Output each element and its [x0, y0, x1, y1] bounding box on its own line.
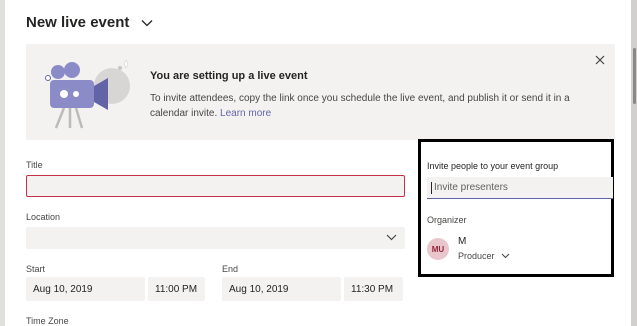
banner-heading: You are setting up a live event	[150, 70, 308, 82]
chevron-down-icon	[386, 234, 397, 241]
location-label: Location	[26, 212, 61, 222]
invite-placeholder: Invite presenters	[434, 182, 508, 193]
dialog-header: New live event	[26, 14, 153, 31]
start-time-picker[interactable]: 11:00 PM	[148, 277, 205, 301]
info-banner: You are setting up a live event To invit…	[26, 44, 615, 140]
organizer-role-dropdown[interactable]: Producer	[458, 251, 510, 261]
end-date-picker[interactable]: Aug 10, 2019	[222, 277, 341, 301]
invite-label: Invite people to your event group	[427, 161, 559, 171]
invite-presenters-input[interactable]: Invite presenters	[427, 177, 613, 199]
end-time-picker[interactable]: 11:30 PM	[344, 277, 403, 301]
banner-body-text: To invite attendees, copy the link once …	[150, 93, 570, 119]
dialog-title: New live event	[26, 14, 130, 31]
start-label: Start	[26, 264, 46, 274]
learn-more-link[interactable]: Learn more	[220, 108, 271, 119]
organizer-label: Organizer	[427, 215, 467, 225]
scrollbar-thumb[interactable]	[633, 48, 636, 104]
timezone-label: Time Zone	[26, 316, 69, 326]
scrollbar-track[interactable]	[631, 0, 637, 326]
end-label: End	[222, 264, 239, 274]
window-frame-left	[0, 0, 5, 326]
text-caret	[431, 181, 432, 194]
organizer-name: M	[458, 236, 467, 247]
start-date-picker[interactable]: Aug 10, 2019	[26, 277, 145, 301]
title-label: Title	[26, 160, 43, 170]
location-dropdown[interactable]	[26, 227, 405, 249]
invite-panel: Invite people to your event group Invite…	[418, 139, 614, 277]
chevron-down-icon	[501, 253, 509, 259]
close-banner-button[interactable]	[592, 52, 608, 68]
avatar: MU	[427, 238, 449, 260]
close-icon	[595, 55, 605, 65]
chevron-down-icon[interactable]	[141, 19, 153, 27]
video-camera-illustration-icon	[45, 59, 130, 129]
organizer-role: Producer	[458, 251, 495, 261]
title-input[interactable]	[26, 175, 405, 197]
banner-body: To invite attendees, copy the link once …	[150, 91, 570, 121]
